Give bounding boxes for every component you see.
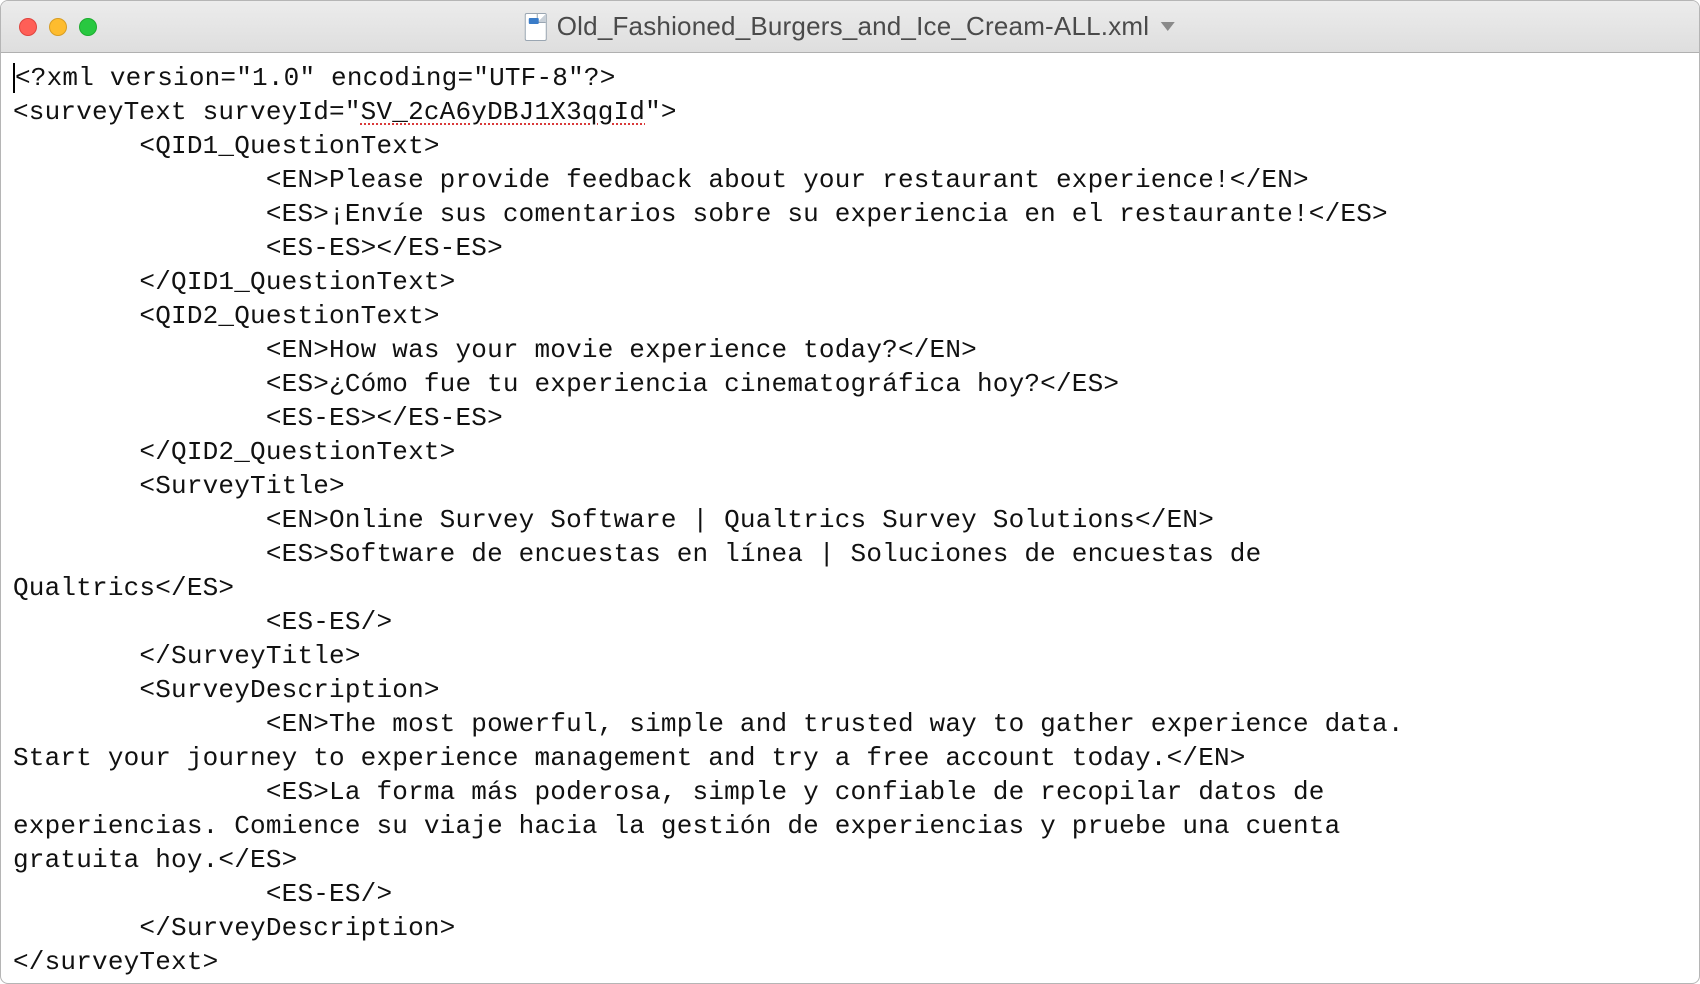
maximize-window-button[interactable]: [79, 18, 97, 36]
window-title: Old_Fashioned_Burgers_and_Ice_Cream-ALL.…: [557, 11, 1149, 42]
qid2-eses: <ES-ES></ES-ES>: [266, 403, 503, 433]
chevron-down-icon[interactable]: [1161, 22, 1175, 31]
surveydesc-en-line2: Start your journey to experience managem…: [13, 743, 1246, 773]
document-icon: [525, 13, 547, 41]
surveytitle-eses: <ES-ES/>: [266, 607, 392, 637]
titlebar[interactable]: Old_Fashioned_Burgers_and_Ice_Cream-ALL.…: [1, 1, 1699, 53]
traffic-lights: [19, 18, 97, 36]
qid2-en: <EN>How was your movie experience today?…: [266, 335, 977, 365]
surveydesc-eses: <ES-ES/>: [266, 879, 392, 909]
surveydesc-es-line2: experiencias. Comience su viaje hacia la…: [13, 811, 1356, 841]
surveydesc-close: </SurveyDescription>: [139, 913, 455, 943]
app-window: Old_Fashioned_Burgers_and_Ice_Cream-ALL.…: [0, 0, 1700, 984]
close-window-button[interactable]: [19, 18, 37, 36]
surveydesc-en-line1: <EN>The most powerful, simple and truste…: [266, 709, 1420, 739]
qid2-es: <ES>¿Cómo fue tu experiencia cinematográ…: [266, 369, 1119, 399]
xml-root-close: </surveyText>: [13, 947, 218, 977]
surveytitle-en: <EN>Online Survey Software | Qualtrics S…: [266, 505, 1214, 535]
qid1-eses: <ES-ES></ES-ES>: [266, 233, 503, 263]
qid2-close: </QID2_QuestionText>: [139, 437, 455, 467]
qid1-open: <QID1_QuestionText>: [139, 131, 439, 161]
qid1-close: </QID1_QuestionText>: [139, 267, 455, 297]
surveydesc-es-line1: <ES>La forma más poderosa, simple y conf…: [266, 777, 1341, 807]
window-title-group[interactable]: Old_Fashioned_Burgers_and_Ice_Cream-ALL.…: [525, 11, 1175, 42]
qid1-es: <ES>¡Envíe sus comentarios sobre su expe…: [266, 199, 1388, 229]
minimize-window-button[interactable]: [49, 18, 67, 36]
surveydesc-es-line3: gratuita hoy.</ES>: [13, 845, 297, 875]
xml-declaration: <?xml version="1.0" encoding="UTF-8"?>: [13, 63, 616, 93]
surveytitle-es-line1: <ES>Software de encuestas en línea | Sol…: [266, 539, 1277, 569]
qid2-open: <QID2_QuestionText>: [139, 301, 439, 331]
qid1-en: <EN>Please provide feedback about your r…: [266, 165, 1309, 195]
surveytitle-es-line2: Qualtrics</ES>: [13, 573, 234, 603]
surveytitle-open: <SurveyTitle>: [139, 471, 344, 501]
xml-root-open: <surveyText surveyId="SV_2cA6yDBJ1X3qgId…: [13, 97, 677, 127]
text-editor[interactable]: <?xml version="1.0" encoding="UTF-8"?> <…: [1, 53, 1699, 983]
surveytitle-close: </SurveyTitle>: [139, 641, 360, 671]
survey-id-value: SV_2cA6yDBJ1X3qgId: [361, 97, 645, 127]
surveydesc-open: <SurveyDescription>: [139, 675, 439, 705]
